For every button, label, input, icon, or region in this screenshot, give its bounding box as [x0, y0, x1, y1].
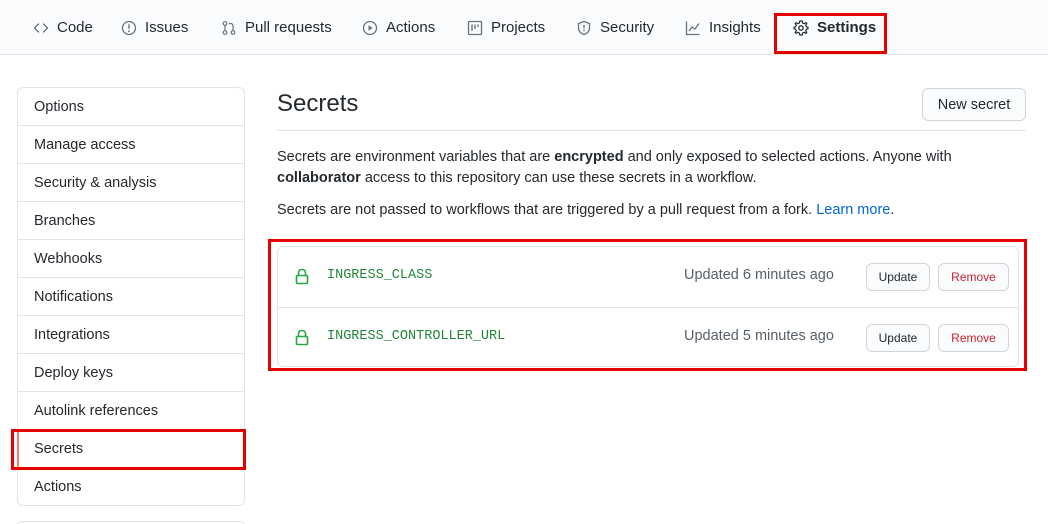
tab-settings[interactable]: Settings	[793, 0, 876, 55]
sidebar-item-label: Autolink references	[34, 402, 159, 419]
sidebar-item-label: Integrations	[34, 326, 110, 343]
sidebar-item-integrations[interactable]: Integrations	[18, 315, 244, 353]
tab-issues[interactable]: Issues	[121, 0, 188, 55]
secrets-description: Secrets are environment variables that a…	[277, 147, 1037, 189]
tab-label: Security	[600, 19, 655, 36]
tab-label: Actions	[386, 19, 436, 36]
tab-actions[interactable]: Actions	[362, 0, 435, 55]
lock-icon	[295, 329, 309, 346]
desc-emphasis-collaborator: collaborator	[277, 170, 361, 186]
desc-text: Secrets are environment variables that a…	[277, 149, 555, 165]
tab-label: Insights	[709, 19, 761, 36]
sidebar-item-label: Secrets	[34, 440, 84, 457]
fork-note-text: Secrets are not passed to workflows that…	[277, 202, 817, 218]
sidebar-item-options[interactable]: Options	[18, 88, 244, 125]
sidebar-item-notifications[interactable]: Notifications	[18, 277, 244, 315]
tab-projects[interactable]: Projects	[467, 0, 545, 55]
tab-label: Issues	[145, 19, 189, 36]
pull-request-icon	[221, 20, 237, 36]
sidebar-item-autolink-references[interactable]: Autolink references	[18, 391, 244, 429]
secret-row: INGRESS_CONTROLLER_URL Updated 5 minutes…	[278, 307, 1018, 367]
secrets-list: INGRESS_CLASS Updated 6 minutes ago Upda…	[277, 246, 1019, 367]
sidebar-item-manage-access[interactable]: Manage access	[18, 125, 244, 163]
settings-sidebar: Options Manage access Security & analysi…	[17, 87, 245, 506]
sidebar-item-label: Security & analysis	[34, 174, 157, 191]
new-secret-button[interactable]: New secret	[922, 88, 1026, 121]
project-icon	[467, 20, 483, 36]
tab-label: Projects	[491, 19, 546, 36]
gear-icon	[793, 19, 809, 36]
tab-label: Pull requests	[245, 19, 332, 36]
sidebar-item-label: Deploy keys	[34, 364, 113, 381]
sidebar-item-secrets[interactable]: Secrets	[17, 429, 244, 468]
update-secret-button[interactable]: Update	[866, 263, 930, 291]
fork-note-end: .	[890, 202, 895, 218]
update-secret-button[interactable]: Update	[866, 324, 930, 352]
sidebar-item-deploy-keys[interactable]: Deploy keys	[18, 353, 244, 391]
graph-icon	[685, 20, 701, 36]
shield-icon	[576, 20, 592, 36]
secret-updated-time: Updated 6 minutes ago	[684, 267, 834, 283]
tab-label: Settings	[817, 19, 877, 36]
page-title: Secrets	[277, 90, 359, 117]
lock-icon	[295, 268, 309, 285]
title-divider	[277, 130, 1026, 131]
code-icon	[33, 20, 49, 36]
desc-text: access to this repository can use these …	[360, 170, 757, 186]
tab-code[interactable]: Code	[33, 0, 93, 55]
tab-pull-requests[interactable]: Pull requests	[221, 0, 332, 55]
sidebar-item-actions[interactable]: Actions	[18, 467, 244, 505]
play-icon	[362, 20, 378, 36]
secret-row: INGRESS_CLASS Updated 6 minutes ago Upda…	[278, 247, 1018, 307]
desc-emphasis-encrypted: encrypted	[554, 149, 624, 165]
sidebar-item-webhooks[interactable]: Webhooks	[18, 239, 244, 277]
sidebar-item-label: Branches	[34, 212, 96, 229]
tab-security[interactable]: Security	[576, 0, 654, 55]
repo-nav: Code Issues Pull requests Actions Projec…	[0, 0, 1048, 55]
sidebar-item-label: Options	[34, 98, 84, 115]
secret-name: INGRESS_CLASS	[327, 268, 433, 283]
sidebar-item-security-analysis[interactable]: Security & analysis	[18, 163, 244, 201]
secret-name: INGRESS_CONTROLLER_URL	[327, 329, 506, 344]
tab-insights[interactable]: Insights	[685, 0, 761, 55]
learn-more-link[interactable]: Learn more	[816, 202, 890, 218]
remove-secret-button[interactable]: Remove	[938, 263, 1009, 291]
tab-label: Code	[57, 19, 93, 36]
sidebar-item-label: Manage access	[34, 136, 136, 153]
issue-icon	[121, 20, 137, 36]
sidebar-item-label: Webhooks	[34, 250, 103, 267]
fork-note: Secrets are not passed to workflows that…	[277, 200, 1037, 221]
secret-updated-time: Updated 5 minutes ago	[684, 328, 834, 344]
sidebar-item-label: Notifications	[34, 288, 113, 305]
remove-secret-button[interactable]: Remove	[938, 324, 1009, 352]
desc-text: and only exposed to selected actions. An…	[623, 149, 952, 165]
sidebar-item-label: Actions	[34, 478, 82, 495]
sidebar-item-branches[interactable]: Branches	[18, 201, 244, 239]
